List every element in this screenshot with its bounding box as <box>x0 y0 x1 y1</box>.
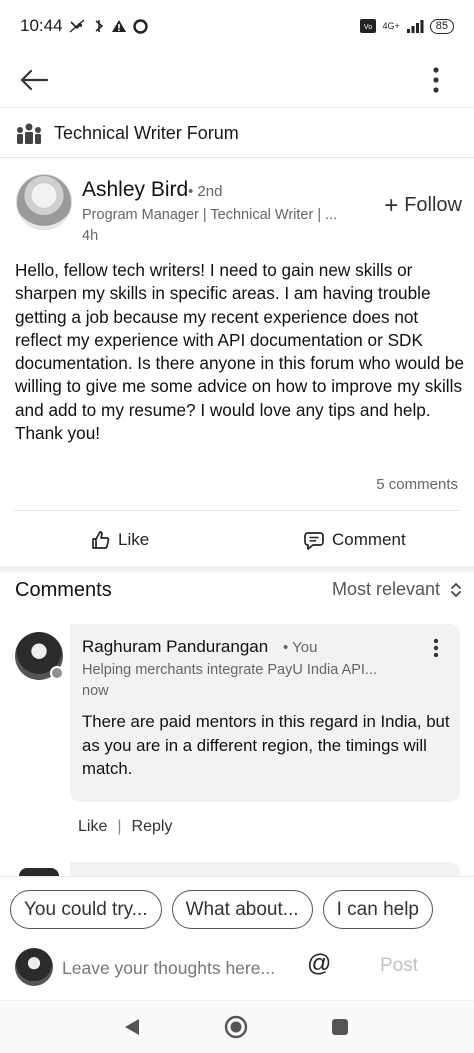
arrow-back-icon <box>20 69 49 91</box>
like-label: Like <box>118 530 150 549</box>
nav-home-button[interactable] <box>224 1015 248 1039</box>
author-avatar[interactable] <box>16 174 72 230</box>
system-nav-bar <box>0 1000 474 1053</box>
group-name: Technical Writer Forum <box>54 123 239 143</box>
suggestion-chips: You could try... What about... I can hel… <box>10 890 474 930</box>
composer: @ Post <box>0 945 474 991</box>
record-icon <box>132 18 148 34</box>
signal-icon <box>406 20 424 33</box>
divider <box>14 510 460 511</box>
nav-back-button[interactable] <box>120 1015 144 1039</box>
group-icon <box>17 123 41 144</box>
home-circle-icon <box>224 1015 248 1039</box>
post-time: 4h <box>82 228 99 244</box>
comment-actions-separator: | <box>117 818 122 835</box>
triangle-back-icon <box>125 1019 139 1035</box>
connection-degree: • 2nd <box>188 183 223 200</box>
unfold-icon <box>451 582 461 597</box>
top-app-bar <box>0 52 474 108</box>
mute-icon <box>95 20 103 32</box>
comment-reply-button[interactable]: Reply <box>132 818 173 836</box>
nav-recents-button[interactable] <box>328 1015 352 1039</box>
alert-icon <box>111 20 126 32</box>
next-commenter-avatar <box>19 868 59 876</box>
comment-time: now <box>82 683 109 699</box>
follow-label: Follow <box>404 194 462 216</box>
missed-call-icon <box>69 19 85 33</box>
mention-button[interactable]: @ <box>307 950 331 978</box>
comment-button[interactable]: Comment <box>304 520 406 560</box>
svg-text:Vo: Vo <box>364 24 372 31</box>
suggestion-chip[interactable]: I can help <box>322 890 433 929</box>
status-left: 10:44 <box>20 16 148 36</box>
comment-input[interactable] <box>62 953 292 983</box>
comment-composer-panel: You could try... What about... I can hel… <box>0 876 474 1000</box>
group-header[interactable]: Technical Writer Forum <box>0 110 474 158</box>
sort-label: Most relevant <box>331 579 440 599</box>
like-button[interactable]: Like <box>90 520 149 560</box>
comments-count[interactable]: 5 comments <box>376 476 458 493</box>
status-bar: 10:44 Vo 4G+ 85 <box>0 0 474 52</box>
battery-indicator: 85 <box>429 18 454 34</box>
section-separator <box>0 566 474 572</box>
volte-icon: Vo <box>360 19 377 33</box>
post-body: Hello, fellow tech writers! I need to ga… <box>15 260 465 444</box>
user-avatar <box>15 948 53 986</box>
presence-dot <box>50 666 64 680</box>
post-actions: Like Comment <box>0 520 474 560</box>
status-time: 10:44 <box>20 16 63 35</box>
commenter-name[interactable]: Raghuram Pandurangan <box>82 637 268 657</box>
suggestion-chip[interactable]: You could try... <box>10 890 162 929</box>
follow-button[interactable]: + Follow <box>384 191 462 219</box>
next-comment-bubble <box>70 862 460 876</box>
commenter-headline: Helping merchants integrate PayU India A… <box>82 662 377 678</box>
comment-icon <box>304 531 324 550</box>
comment-actions: Like | Reply <box>78 818 172 836</box>
comments-title: Comments <box>15 579 112 601</box>
comment-bubble: Raghuram Pandurangan • You Helping merch… <box>70 624 460 802</box>
comment-label: Comment <box>332 530 406 549</box>
comment-item: Raghuram Pandurangan • You Helping merch… <box>0 624 474 844</box>
network-type: 4G+ <box>382 21 400 31</box>
plus-icon: + <box>384 191 399 219</box>
comment-like-button[interactable]: Like <box>78 818 107 836</box>
comments-header: Comments Most relevant <box>0 576 474 606</box>
sort-dropdown[interactable]: Most relevant <box>332 579 462 600</box>
status-right: Vo 4G+ 85 <box>360 18 454 34</box>
back-button[interactable] <box>16 62 52 98</box>
more-vert-icon <box>433 67 439 93</box>
comment-text: There are paid mentors in this regard in… <box>82 712 450 778</box>
comment-more-icon[interactable] <box>430 638 442 658</box>
author-name[interactable]: Ashley Bird <box>82 178 188 202</box>
post-author: Ashley Bird • 2nd Program Manager | Tech… <box>0 170 474 250</box>
thumbs-up-icon <box>92 531 110 549</box>
post-button[interactable]: Post <box>380 955 418 977</box>
commenter-you-tag: • You <box>283 639 318 656</box>
more-options-button[interactable] <box>416 60 456 100</box>
square-recents-icon <box>332 1019 348 1035</box>
suggestion-chip[interactable]: What about... <box>171 890 313 929</box>
author-headline: Program Manager | Technical Writer | ... <box>82 207 338 223</box>
